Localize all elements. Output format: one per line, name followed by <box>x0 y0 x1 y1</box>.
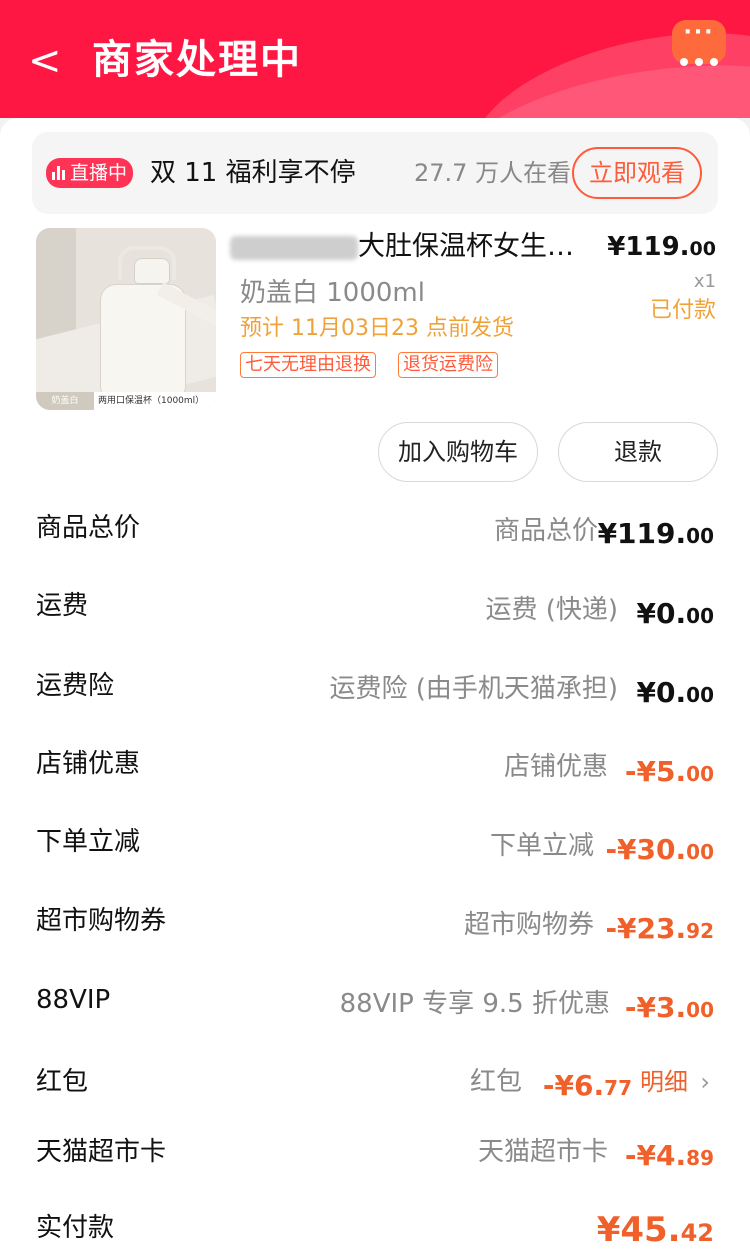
amount-decimal: 92 <box>686 919 714 943</box>
product-price: ¥119.00 <box>607 226 716 270</box>
amount-integer: ¥0. <box>636 676 687 709</box>
row-label-supermarket-coupon: 超市购物券 <box>36 906 167 936</box>
amount-decimal: 89 <box>686 1146 714 1170</box>
amount-decimal: 77 <box>604 1076 632 1100</box>
row-amount-shipping-insurance: ¥0.00 <box>637 673 714 715</box>
row-amount-supermarket-coupon: -¥23.92 <box>605 909 714 951</box>
row-label-shop-discount: 店铺优惠 <box>36 749 141 779</box>
live-viewer-count: 27.7 万人在看 <box>414 159 572 187</box>
page-title: 商家处理中 <box>92 37 302 83</box>
amount-decimal: 00 <box>686 998 714 1022</box>
row-amount-88vip: -¥3.00 <box>625 988 714 1030</box>
row-desc-supermarket-coupon: 超市购物券 <box>463 910 594 940</box>
amount-integer: ¥0. <box>636 597 687 630</box>
row-desc-goods-total: 商品总价 <box>493 516 598 546</box>
row-desc-order-reduction: 下单立减 <box>489 831 594 861</box>
product-quantity: x1 <box>693 271 716 292</box>
service-tag-insurance: 退货运费险 <box>398 352 498 378</box>
red-packet-detail-link[interactable]: 明细 <box>640 1062 688 1102</box>
row-desc-88vip: 88VIP 专享 9.5 折优惠 <box>339 989 610 1019</box>
amount-integer: ¥119. <box>597 517 687 550</box>
row-label-total-paid: 实付款 <box>36 1213 115 1243</box>
image-caption: 奶盖白 两用口保温杯（1000ml） <box>36 392 216 410</box>
chevron-right-icon[interactable]: › <box>700 1062 710 1102</box>
more-dots-icon <box>676 58 722 68</box>
amount-integer: -¥23. <box>605 912 687 945</box>
row-desc-tmall-card: 天猫超市卡 <box>477 1137 608 1167</box>
row-label-goods-total: 商品总价 <box>36 513 141 543</box>
amount-decimal: 00 <box>686 604 714 628</box>
live-badge-label: 直播中 <box>70 162 128 184</box>
service-tag-return: 七天无理由退换 <box>240 352 376 378</box>
amount-integer: -¥6. <box>542 1069 605 1102</box>
row-amount-shop-discount: -¥5.00 <box>625 752 714 794</box>
back-button[interactable]: < <box>28 36 68 86</box>
blurred-shop-name <box>230 236 358 260</box>
amount-integer: -¥5. <box>624 755 687 788</box>
total-paid-amount: ¥45.42 <box>597 1206 714 1251</box>
row-label-88vip: 88VIP <box>36 985 111 1015</box>
image-caption-color: 奶盖白 <box>36 392 94 410</box>
row-label-tmall-card: 天猫超市卡 <box>36 1137 167 1167</box>
row-amount-red-packet: -¥6.77 <box>543 1066 632 1108</box>
row-amount-order-reduction: -¥30.00 <box>605 830 714 872</box>
live-badge: 直播中 <box>46 158 134 188</box>
product-name[interactable]: 大肚保温杯女生… <box>358 226 594 268</box>
live-bars-icon <box>52 166 66 180</box>
header-bar: < 商家处理中 ··· <box>0 0 750 118</box>
row-desc-shop-discount: 店铺优惠 <box>503 752 608 782</box>
live-promo-text: 双 11 福利享不停 <box>150 158 356 188</box>
add-to-cart-button[interactable]: 加入购物车 <box>378 422 538 482</box>
shipping-estimate: 预计 11月03日23 点前发货 <box>240 316 514 341</box>
price-integer: ¥119. <box>607 232 690 262</box>
amount-integer: -¥4. <box>624 1139 687 1172</box>
price-decimal: 00 <box>689 238 716 260</box>
product-image[interactable]: 奶盖白 两用口保温杯（1000ml） <box>36 228 216 410</box>
row-desc-red-packet: 红包 <box>469 1067 522 1097</box>
row-label-red-packet: 红包 <box>36 1067 89 1097</box>
live-stream-bar[interactable]: 直播中 双 11 福利享不停 27.7 万人在看 立即观看 <box>32 132 718 214</box>
watch-now-button[interactable]: 立即观看 <box>572 147 702 199</box>
row-label-shipping: 运费 <box>36 591 89 621</box>
amount-decimal: 00 <box>686 762 714 786</box>
row-desc-shipping: 运费 (快递) <box>485 595 618 625</box>
amount-decimal: 00 <box>686 524 714 548</box>
row-desc-shipping-insurance: 运费险 (由手机天猫承担) <box>329 674 618 704</box>
payment-status: 已付款 <box>649 298 716 323</box>
image-caption-text: 两用口保温杯（1000ml） <box>98 396 205 406</box>
amount-integer: ¥45. <box>596 1210 681 1250</box>
amount-decimal: 00 <box>686 840 714 864</box>
more-icon: ··· <box>683 20 715 45</box>
refund-button[interactable]: 退款 <box>558 422 718 482</box>
cup-lid-shape <box>134 258 170 284</box>
amount-integer: -¥30. <box>605 833 687 866</box>
row-label-order-reduction: 下单立减 <box>36 827 141 857</box>
row-amount-tmall-card: -¥4.89 <box>625 1136 714 1178</box>
row-label-shipping-insurance: 运费险 <box>36 671 115 701</box>
amount-decimal: 00 <box>686 683 714 707</box>
row-amount-shipping: ¥0.00 <box>637 594 714 636</box>
amount-integer: -¥3. <box>624 991 687 1024</box>
row-amount-goods-total: ¥119.00 <box>598 514 714 556</box>
amount-decimal: 42 <box>680 1219 714 1247</box>
product-sku: 奶盖白 1000ml <box>240 278 425 308</box>
